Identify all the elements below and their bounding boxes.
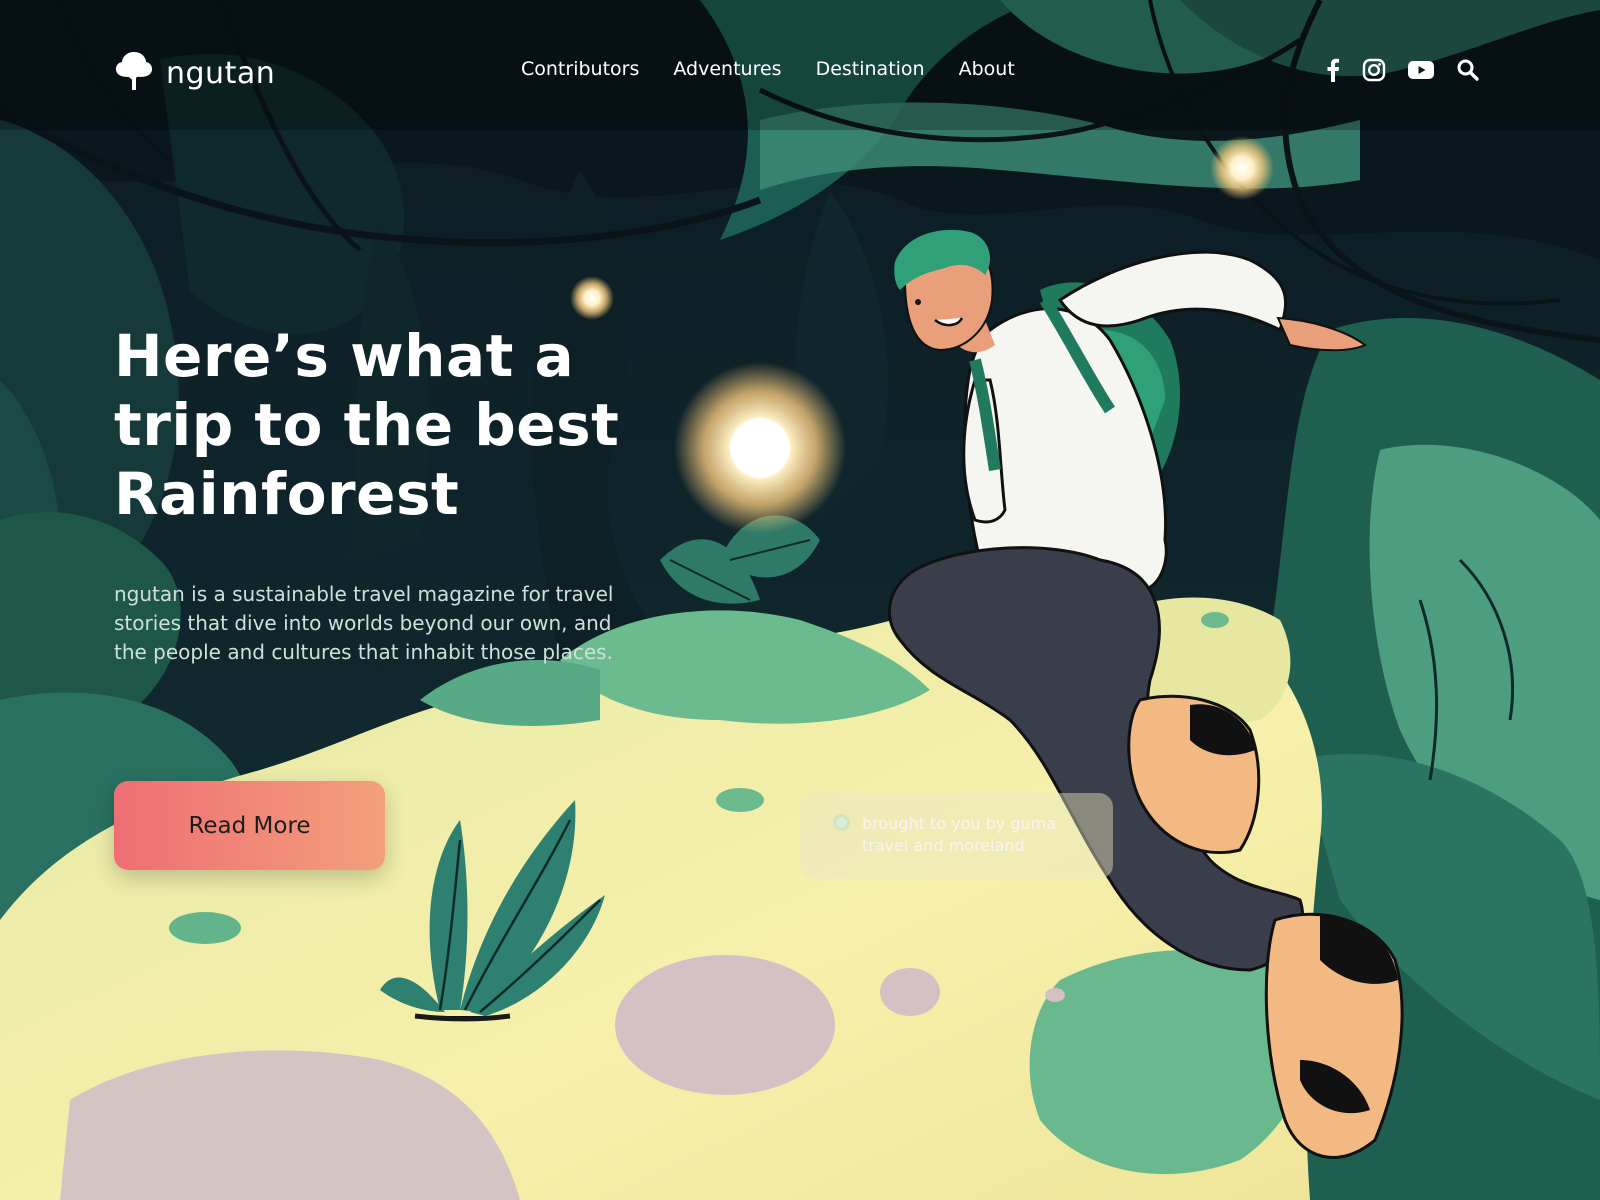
youtube-icon[interactable] xyxy=(1408,60,1434,84)
nav-link-about[interactable]: About xyxy=(959,58,1015,80)
nav-link-contributors[interactable]: Contributors xyxy=(521,58,639,80)
nav-link-adventures[interactable]: Adventures xyxy=(673,58,781,80)
main-nav: Contributors Adventures Destination Abou… xyxy=(521,58,1015,80)
credit-dot xyxy=(836,817,847,828)
credit-text: brought to you by guma travel and morela… xyxy=(862,814,1056,855)
social-icons xyxy=(1326,58,1480,86)
hero-description: ngutan is a sustainable travel magazine … xyxy=(114,582,614,664)
brand-name: ngutan xyxy=(166,55,276,91)
instagram-icon[interactable] xyxy=(1362,58,1386,86)
credit-badge: brought to you by guma travel and morela… xyxy=(800,793,1113,879)
search-icon[interactable] xyxy=(1456,58,1480,86)
nav-link-destination[interactable]: Destination xyxy=(816,58,925,80)
read-more-button[interactable]: Read More xyxy=(114,781,385,870)
facebook-icon[interactable] xyxy=(1326,58,1340,86)
brand-logo[interactable]: ngutan xyxy=(114,50,275,96)
hero-title: Here’s what a trip to the best Rainfores… xyxy=(114,322,620,528)
tree-icon xyxy=(114,50,154,96)
